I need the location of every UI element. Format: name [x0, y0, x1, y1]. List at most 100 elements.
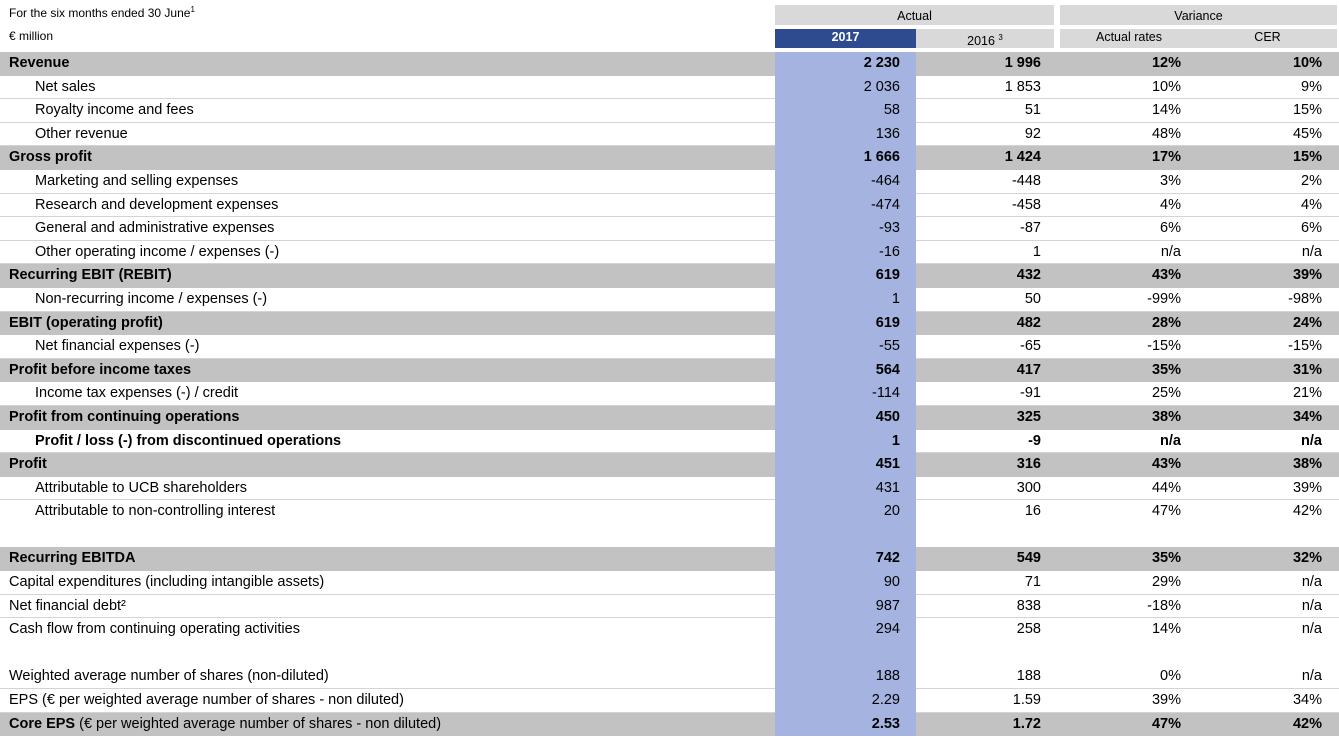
value-2017	[775, 523, 916, 548]
value-2016: -9	[1028, 432, 1041, 449]
value-2016: 1 996	[1004, 55, 1041, 71]
row-label: Marketing and selling expenses	[35, 172, 239, 189]
variance-actual-rates: 3%	[1160, 172, 1181, 189]
variance-cer: 42%	[1292, 715, 1322, 732]
value-2016: 482	[1016, 314, 1041, 331]
value-2017: 619	[775, 311, 916, 336]
table-row: 2 036 Net sales 1 853 10% 9%	[0, 75, 1339, 100]
variance-actual-rates: 25%	[1151, 385, 1181, 402]
table-row: 2.53 Core EPS (€ per weighted average num…	[0, 712, 1339, 737]
value-2016: 51	[1024, 102, 1041, 119]
row-label: Capital expenditures (including intangib…	[9, 574, 325, 591]
table-row: 188 Weighted average number of shares (no…	[0, 665, 1339, 690]
variance-cer: 21%	[1292, 385, 1322, 402]
value-2017: 1	[775, 429, 916, 454]
value-2016: -87	[1020, 220, 1041, 237]
table-row: 136 Other revenue 92 48% 45%	[0, 122, 1339, 147]
variance-actual-rates: 0%	[1160, 668, 1181, 685]
variance-cer: 34%	[1292, 692, 1322, 709]
row-label: Income tax expenses (-) / credit	[35, 385, 239, 402]
value-2017: 1 666	[775, 146, 916, 170]
value-2016: 50	[1024, 290, 1041, 307]
column-header-2017: 2017	[775, 29, 916, 48]
variance-cer: -98%	[1288, 290, 1322, 307]
variance-actual-rates: -15%	[1147, 338, 1181, 355]
value-2016: -91	[1020, 385, 1041, 402]
table-row: -474 Research and development expenses -45…	[0, 193, 1339, 218]
spacer-row	[0, 523, 1339, 548]
row-label: Gross profit	[9, 149, 92, 166]
variance-cer: 34%	[1292, 408, 1322, 425]
variance-actual-rates: 6%	[1160, 220, 1181, 237]
variance-cer: 15%	[1292, 149, 1322, 166]
variance-actual-rates: 4%	[1160, 196, 1181, 213]
variance-cer: n/a	[1301, 243, 1322, 260]
table-row: 619 Recurring EBIT (REBIT) 432 43% 39%	[0, 264, 1339, 288]
table-row: 987 Net financial debt² 838 -18% n/a	[0, 594, 1339, 619]
table-row: 451 Profit 316 43% 38%	[0, 453, 1339, 477]
row-label: Profit before income taxes	[9, 361, 192, 378]
value-2017: 136	[775, 122, 916, 147]
variance-cer: 2%	[1301, 172, 1322, 189]
table-row: 2.29 EPS (€ per weighted average number o…	[0, 689, 1339, 713]
value-2017: -464	[775, 169, 916, 194]
value-2017	[775, 641, 916, 666]
value-2016: 258	[1016, 621, 1041, 638]
table-row: 450 Profit from continuing operations 325 3…	[0, 405, 1339, 430]
value-2017: 188	[775, 665, 916, 690]
value-2016: 1 853	[1004, 78, 1041, 95]
table-row: 564 Profit before income taxes 417 35% 31%	[0, 358, 1339, 383]
row-label: General and administrative expenses	[35, 220, 275, 237]
row-label: Other revenue	[35, 125, 128, 142]
value-2017: 1	[775, 287, 916, 312]
income-statement-table: 2 230 Revenue 1 996 12% 10% 2 036 Net sales 1 8…	[0, 52, 1339, 737]
variance-cer: n/a	[1301, 668, 1322, 685]
variance-actual-rates: 44%	[1151, 479, 1181, 496]
table-row: 20 Attributable to non-controlling intere…	[0, 500, 1339, 524]
column-header-2016: 2016 3	[916, 29, 1054, 48]
row-label: Attributable to non-controlling interest	[35, 503, 276, 520]
value-2016: 1 424	[1004, 149, 1041, 166]
value-2017: -114	[775, 382, 916, 406]
variance-actual-rates: 12%	[1151, 55, 1181, 71]
table-row: 294 Cash flow from continuing operating a…	[0, 618, 1339, 642]
period-label: For the six months ended 30 June1	[9, 5, 195, 20]
value-2017: 564	[775, 358, 916, 383]
variance-cer: 24%	[1292, 314, 1322, 331]
value-2016: -448	[1011, 172, 1041, 189]
value-2017: 451	[775, 453, 916, 477]
table-row: -16 Other operating income / expenses (-)…	[0, 240, 1339, 265]
table-row: -464 Marketing and selling expenses -448 3%…	[0, 169, 1339, 194]
value-2016: 325	[1016, 408, 1041, 425]
value-2016: 1	[1032, 243, 1041, 260]
row-label: Recurring EBIT (REBIT)	[9, 267, 172, 284]
variance-actual-rates: 47%	[1151, 715, 1181, 732]
value-2016: 417	[1016, 361, 1041, 378]
value-2016: 1.72	[1012, 715, 1041, 732]
table-row: 90 Capital expenditures (including intang…	[0, 571, 1339, 595]
value-2017: 20	[775, 500, 916, 524]
table-row: 619 EBIT (operating profit) 482 28% 24%	[0, 311, 1339, 336]
variance-cer: 39%	[1292, 479, 1322, 496]
row-label: Profit	[9, 456, 47, 473]
value-2016: 1.59	[1012, 692, 1041, 709]
value-2017: 431	[775, 476, 916, 501]
row-label: Weighted average number of shares (non-d…	[9, 668, 329, 685]
value-2016: -458	[1011, 196, 1041, 213]
row-label: EBIT (operating profit)	[9, 314, 163, 331]
value-2016: 188	[1016, 668, 1041, 685]
variance-actual-rates: 29%	[1151, 574, 1181, 591]
variance-actual-rates: n/a	[1160, 432, 1181, 449]
value-2017: 742	[775, 547, 916, 572]
value-2016: 549	[1016, 550, 1041, 567]
value-2017: 294	[775, 618, 916, 642]
table-row: 431 Attributable to UCB shareholders 300 44…	[0, 476, 1339, 501]
table-row: -114 Income tax expenses (-) / credit -91 2…	[0, 382, 1339, 406]
row-label: Non-recurring income / expenses (-)	[35, 290, 268, 307]
variance-cer: 4%	[1301, 196, 1322, 213]
value-2017: 2 230	[775, 52, 916, 76]
value-2017: 2.29	[775, 689, 916, 713]
variance-cer: 6%	[1301, 220, 1322, 237]
value-2017: 58	[775, 99, 916, 123]
row-label: Recurring EBITDA	[9, 550, 136, 567]
